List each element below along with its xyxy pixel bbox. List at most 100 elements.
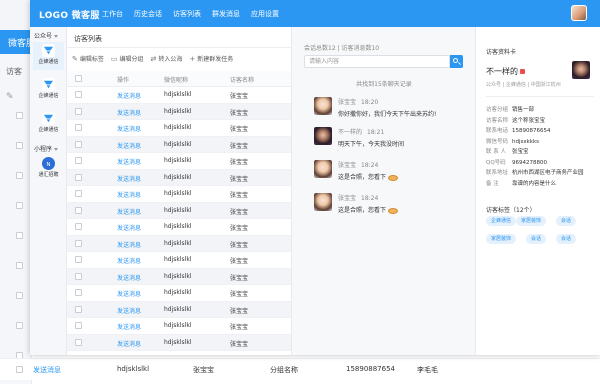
send-message-link[interactable]: 发送消息 xyxy=(117,256,141,265)
send-message-link[interactable]: 发送消息 xyxy=(117,108,141,117)
visitor-name-cell: 张宝宝 xyxy=(230,93,249,100)
row-checkbox[interactable] xyxy=(75,322,82,329)
chat-search-input[interactable]: 请输入内容 xyxy=(304,55,450,68)
send-message-link[interactable]: 发送消息 xyxy=(117,207,141,216)
background-checkbox xyxy=(16,112,23,119)
tags-title: 访客标签（12个） xyxy=(486,207,536,214)
background-checkbox xyxy=(16,262,23,269)
row-checkbox[interactable] xyxy=(75,107,82,115)
row-checkbox[interactable] xyxy=(75,206,82,214)
sidebar-group-miniprogram[interactable]: 小程序 xyxy=(34,144,59,153)
profile-name: 不一样的 xyxy=(486,66,525,77)
message-time: 18:21 xyxy=(367,129,385,136)
visitor-tag[interactable]: 会话 xyxy=(526,234,547,244)
button-label: 编辑标签 xyxy=(79,56,104,63)
visitor-name-cell: 张宝宝 xyxy=(230,291,249,298)
sender-line: 张宝宝 18:20 xyxy=(338,97,378,106)
row-checkbox[interactable] xyxy=(75,272,82,280)
wx-nickname-cell: hdjsklslkl xyxy=(164,322,192,329)
table-row: 发送消息 hdjsklslkl 张宝宝 xyxy=(67,186,291,203)
send-message-link[interactable]: 发送消息 xyxy=(117,240,141,249)
row-checkbox[interactable] xyxy=(75,239,82,247)
select-all-checkbox[interactable] xyxy=(75,75,82,82)
move-to-pool-button[interactable]: ⇄ 转入公海 xyxy=(151,54,183,64)
send-message-link[interactable]: 发送消息 xyxy=(117,141,141,150)
send-message-link[interactable]: 发送消息 xyxy=(117,190,141,199)
send-message-link[interactable]: 发送消息 xyxy=(117,306,141,315)
send-message-link[interactable]: 发送消息 xyxy=(117,273,141,282)
image-thumbnail-icon[interactable] xyxy=(388,207,399,214)
vip-badge-icon xyxy=(520,69,525,74)
nav-mass-message[interactable]: 群发消息 xyxy=(212,9,240,19)
edit-icon: ✎ xyxy=(72,54,78,63)
wx-nickname-cell: hdjsklslkl xyxy=(164,256,192,263)
sidebar-item-account-1[interactable]: 企蜂通信 xyxy=(33,42,64,70)
send-message-link[interactable]: 发送消息 xyxy=(117,223,141,232)
visitor-tag[interactable]: 家居装饰 xyxy=(516,216,547,226)
row-checkbox[interactable] xyxy=(75,338,82,346)
edit-group-button[interactable]: ▭ 编辑分组 xyxy=(111,54,144,64)
user-avatar[interactable] xyxy=(571,5,587,21)
row-checkbox[interactable] xyxy=(75,223,82,230)
sender-name: 张宝宝 xyxy=(338,195,357,202)
sender-line: 不一样的 18:21 xyxy=(338,127,384,136)
message-time: 18:20 xyxy=(361,99,379,106)
send-message-link[interactable]: 发送消息 xyxy=(117,339,141,348)
sidebar-item-miniprogram-1[interactable]: N 通汇招聘 xyxy=(33,155,64,183)
send-message-link[interactable]: 发送消息 xyxy=(117,289,141,298)
table-row: 发送消息 hdjsklslkl 张宝宝 xyxy=(67,252,291,269)
profile-field: 联系地址 杭州市西湖区电子商务产业园 xyxy=(486,168,584,176)
send-message-link[interactable]: 发送消息 xyxy=(117,174,141,183)
row-checkbox[interactable] xyxy=(75,91,82,98)
nav-app-settings[interactable]: 应用设置 xyxy=(251,9,279,19)
wx-nickname-cell: hdjsklslkl xyxy=(164,173,192,181)
table-row: 发送消息 hdjsklslkl 张宝宝 xyxy=(67,153,291,170)
search-button[interactable] xyxy=(450,55,463,68)
column-header-action: 操作 xyxy=(117,77,130,84)
table-row: 发送消息 hdjsklslkl 张宝宝 xyxy=(67,301,291,318)
sidebar-item-account-3[interactable]: 企蜂通信 xyxy=(33,110,64,138)
visitor-tag[interactable]: 会话 xyxy=(556,234,577,244)
top-nav-bar: LOGO 微客服 工作台 历史会话 访客列表 群发消息 应用设置 xyxy=(30,0,600,27)
button-label: 编辑分组 xyxy=(119,56,144,63)
row-checkbox[interactable] xyxy=(75,190,82,197)
background-sub-title: 访客 xyxy=(6,67,22,76)
visitor-name-cell: 张宝宝 xyxy=(230,126,249,133)
field-label: 联系电话 xyxy=(486,128,509,134)
row-checkbox[interactable] xyxy=(75,305,82,313)
wx-nickname-cell: hdjsklslkl xyxy=(164,305,192,313)
wx-nickname-cell: hdjsklslkl xyxy=(164,272,192,280)
row-checkbox[interactable] xyxy=(75,256,82,263)
nav-workbench[interactable]: 工作台 xyxy=(102,9,123,19)
background-checkbox xyxy=(16,202,23,209)
send-message-link[interactable]: 发送消息 xyxy=(117,157,141,166)
visitor-name-cell: 张宝宝 xyxy=(230,192,249,199)
row-checkbox[interactable] xyxy=(75,124,82,131)
visitor-tag[interactable]: 会话 xyxy=(556,216,577,226)
row-checkbox[interactable] xyxy=(75,173,82,181)
row-checkbox[interactable] xyxy=(75,140,82,148)
visitor-name-cell: 张宝宝 xyxy=(230,159,249,166)
edit-tags-button[interactable]: ✎ 编辑标签 xyxy=(72,54,104,64)
send-message-link[interactable]: 发送消息 xyxy=(117,124,141,133)
row-checkbox[interactable] xyxy=(75,289,82,296)
wx-nickname-cell: hdjsklslkl xyxy=(164,140,192,148)
field-value: hdjsxkkks xyxy=(512,138,540,145)
sender-name: 不一样的 xyxy=(338,129,363,136)
image-thumbnail-icon[interactable] xyxy=(388,174,399,181)
chat-history-panel: 会话总数12 | 访客消息数10 请输入内容 共找到15条聊天记录 张宝宝 18:… xyxy=(291,27,475,355)
visitor-tag[interactable]: 家居装饰 xyxy=(486,234,517,244)
visitor-tag[interactable]: 企蜂通信 xyxy=(486,216,517,226)
search-icon-handle xyxy=(458,62,461,65)
nr-logo-icon: N xyxy=(42,157,55,170)
nav-history[interactable]: 历史会话 xyxy=(134,9,162,19)
message-content: 明天下午，今天我没时间 xyxy=(338,141,405,148)
sidebar-item-account-2[interactable]: 企蜂通信 xyxy=(33,76,64,104)
row-checkbox[interactable] xyxy=(75,157,82,164)
sidebar-group-official[interactable]: 公众号 xyxy=(34,31,59,40)
history-count-note: 共找到15条聊天记录 xyxy=(356,81,412,88)
nav-visitor-list[interactable]: 访客列表 xyxy=(173,9,201,19)
new-mass-task-button[interactable]: + 新建群发任务 xyxy=(189,54,233,64)
send-message-link[interactable]: 发送消息 xyxy=(117,322,141,331)
send-message-link[interactable]: 发送消息 xyxy=(117,91,141,100)
